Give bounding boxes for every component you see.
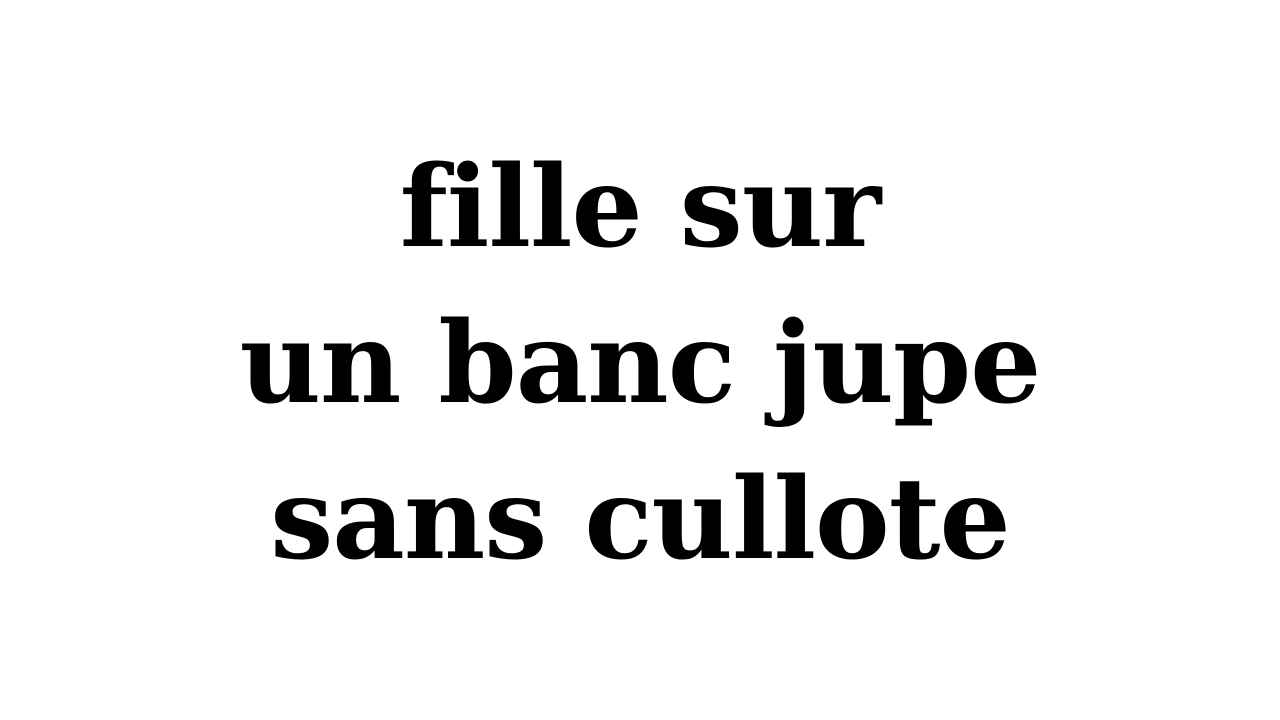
canvas: fille sur un banc jupe sans cullote xyxy=(0,0,1280,720)
text-line-1: fille sur xyxy=(399,142,882,273)
text-line-2: un banc jupe xyxy=(239,298,1042,429)
title-text-block: fille sur un banc jupe sans cullote xyxy=(0,130,1280,598)
text-line-3: sans cullote xyxy=(270,454,1011,585)
